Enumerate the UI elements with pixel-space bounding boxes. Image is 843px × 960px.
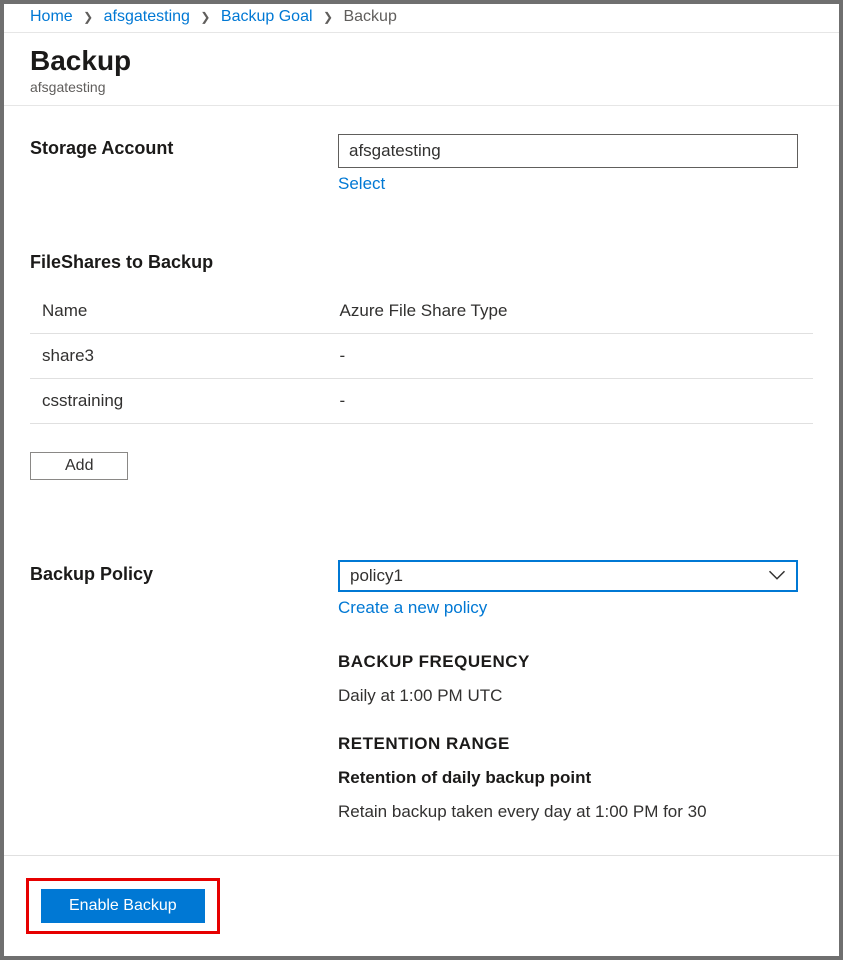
backup-frequency-head: BACKUP FREQUENCY xyxy=(338,652,798,672)
enable-backup-highlight: Enable Backup xyxy=(26,878,220,934)
backup-policy-selected: policy1 xyxy=(350,566,403,586)
chevron-right-icon: ❯ xyxy=(200,10,210,24)
retention-sub: Retention of daily backup point xyxy=(338,768,798,788)
table-row: csstraining - xyxy=(30,379,813,424)
breadcrumb-afsgatesting[interactable]: afsgatesting xyxy=(104,8,190,25)
page-title: Backup xyxy=(30,45,813,77)
chevron-down-icon xyxy=(768,566,786,586)
page-header: Backup afsgatesting xyxy=(4,33,839,106)
breadcrumb-backup-goal[interactable]: Backup Goal xyxy=(221,8,313,25)
backup-policy-label: Backup Policy xyxy=(30,560,338,850)
storage-account-label: Storage Account xyxy=(30,134,338,194)
enable-backup-button[interactable]: Enable Backup xyxy=(41,889,205,923)
fileshares-table: Name Azure File Share Type share3 - csst… xyxy=(30,289,813,424)
storage-account-input[interactable] xyxy=(338,134,798,168)
fileshares-heading: FileShares to Backup xyxy=(30,252,813,273)
add-button[interactable]: Add xyxy=(30,452,128,480)
content-area: Storage Account Select FileShares to Bac… xyxy=(4,106,839,888)
col-name: Name xyxy=(30,289,328,334)
retention-body: Retain backup taken every day at 1:00 PM… xyxy=(338,802,798,822)
create-policy-link[interactable]: Create a new policy xyxy=(338,598,487,618)
breadcrumb-current: Backup xyxy=(343,8,396,25)
retention-range-head: RETENTION RANGE xyxy=(338,734,798,754)
fileshare-name: csstraining xyxy=(30,379,328,424)
footer: Enable Backup xyxy=(4,855,839,956)
storage-select-link[interactable]: Select xyxy=(338,174,385,194)
fileshare-type: - xyxy=(328,334,813,379)
chevron-right-icon: ❯ xyxy=(323,10,333,24)
col-type: Azure File Share Type xyxy=(328,289,813,334)
table-row: share3 - xyxy=(30,334,813,379)
storage-account-row: Storage Account Select xyxy=(30,134,813,194)
chevron-right-icon: ❯ xyxy=(83,10,93,24)
backup-policy-dropdown[interactable]: policy1 xyxy=(338,560,798,592)
breadcrumb-home[interactable]: Home xyxy=(30,8,73,25)
breadcrumb: Home ❯ afsgatesting ❯ Backup Goal ❯ Back… xyxy=(4,4,839,33)
fileshare-type: - xyxy=(328,379,813,424)
backup-policy-row: Backup Policy policy1 Create a new polic… xyxy=(30,560,813,850)
page-subtitle: afsgatesting xyxy=(30,79,813,95)
fileshare-name: share3 xyxy=(30,334,328,379)
backup-frequency-body: Daily at 1:00 PM UTC xyxy=(338,686,798,706)
